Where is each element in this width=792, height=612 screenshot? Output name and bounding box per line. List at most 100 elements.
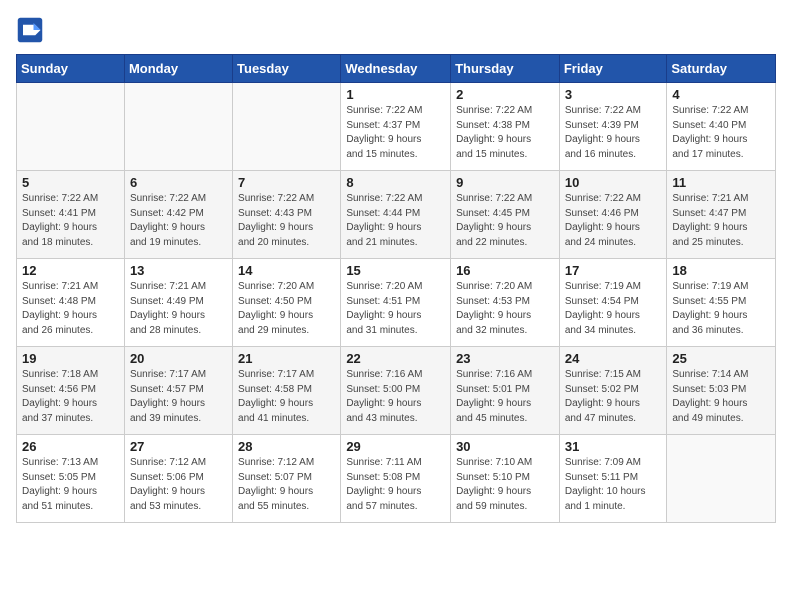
day-number: 22 <box>346 351 445 366</box>
day-info: Sunrise: 7:12 AM Sunset: 5:07 PM Dayligh… <box>238 456 335 514</box>
calendar-cell: 26 Sunrise: 7:13 AM Sunset: 5:05 PM Dayli… <box>17 435 125 523</box>
day-number: 1 <box>346 87 445 102</box>
day-info: Sunrise: 7:22 AM Sunset: 4:41 PM Dayligh… <box>22 192 119 250</box>
day-number: 8 <box>346 175 445 190</box>
calendar-week-4: 19 Sunrise: 7:18 AM Sunset: 4:56 PM Dayli… <box>17 347 776 435</box>
day-number: 13 <box>130 263 227 278</box>
day-number: 21 <box>238 351 335 366</box>
day-info: Sunrise: 7:13 AM Sunset: 5:05 PM Dayligh… <box>22 456 119 514</box>
day-number: 12 <box>22 263 119 278</box>
day-number: 20 <box>130 351 227 366</box>
day-info: Sunrise: 7:18 AM Sunset: 4:56 PM Dayligh… <box>22 368 119 426</box>
calendar-cell: 16 Sunrise: 7:20 AM Sunset: 4:53 PM Dayli… <box>451 259 560 347</box>
calendar-cell: 6Sunrise: 7:22 AM Sunset: 4:42 PM Daylig… <box>124 171 232 259</box>
day-info: Sunrise: 7:22 AM Sunset: 4:38 PM Dayligh… <box>456 104 554 162</box>
calendar-week-5: 26 Sunrise: 7:13 AM Sunset: 5:05 PM Dayli… <box>17 435 776 523</box>
day-info: Sunrise: 7:20 AM Sunset: 4:51 PM Dayligh… <box>346 280 445 338</box>
col-header-friday: Friday <box>559 55 667 83</box>
day-number: 26 <box>22 439 119 454</box>
day-number: 31 <box>565 439 662 454</box>
calendar-cell: 18Sunrise: 7:19 AM Sunset: 4:55 PM Dayli… <box>667 259 776 347</box>
calendar-cell: 10 Sunrise: 7:22 AM Sunset: 4:46 PM Dayli… <box>559 171 667 259</box>
day-info: Sunrise: 7:20 AM Sunset: 4:50 PM Dayligh… <box>238 280 335 338</box>
day-number: 30 <box>456 439 554 454</box>
calendar-cell: 20 Sunrise: 7:17 AM Sunset: 4:57 PM Dayli… <box>124 347 232 435</box>
day-info: Sunrise: 7:21 AM Sunset: 4:48 PM Dayligh… <box>22 280 119 338</box>
day-info: Sunrise: 7:17 AM Sunset: 4:58 PM Dayligh… <box>238 368 335 426</box>
day-info: Sunrise: 7:22 AM Sunset: 4:46 PM Dayligh… <box>565 192 662 250</box>
calendar-cell: 25 Sunrise: 7:14 AM Sunset: 5:03 PM Dayli… <box>667 347 776 435</box>
calendar-cell: 5Sunrise: 7:22 AM Sunset: 4:41 PM Daylig… <box>17 171 125 259</box>
day-number: 11 <box>672 175 770 190</box>
day-number: 25 <box>672 351 770 366</box>
day-info: Sunrise: 7:11 AM Sunset: 5:08 PM Dayligh… <box>346 456 445 514</box>
calendar-cell: 30 Sunrise: 7:10 AM Sunset: 5:10 PM Dayli… <box>451 435 560 523</box>
calendar-cell <box>233 83 341 171</box>
day-info: Sunrise: 7:22 AM Sunset: 4:44 PM Dayligh… <box>346 192 445 250</box>
day-info: Sunrise: 7:22 AM Sunset: 4:45 PM Dayligh… <box>456 192 554 250</box>
day-info: Sunrise: 7:21 AM Sunset: 4:49 PM Dayligh… <box>130 280 227 338</box>
calendar-cell: 9 Sunrise: 7:22 AM Sunset: 4:45 PM Daylig… <box>451 171 560 259</box>
calendar-cell: 21 Sunrise: 7:17 AM Sunset: 4:58 PM Dayli… <box>233 347 341 435</box>
calendar-week-2: 5Sunrise: 7:22 AM Sunset: 4:41 PM Daylig… <box>17 171 776 259</box>
day-number: 19 <box>22 351 119 366</box>
calendar-header-row: SundayMondayTuesdayWednesdayThursdayFrid… <box>17 55 776 83</box>
day-number: 28 <box>238 439 335 454</box>
day-number: 7 <box>238 175 335 190</box>
day-info: Sunrise: 7:15 AM Sunset: 5:02 PM Dayligh… <box>565 368 662 426</box>
calendar-cell: 8 Sunrise: 7:22 AM Sunset: 4:44 PM Daylig… <box>341 171 451 259</box>
col-header-thursday: Thursday <box>451 55 560 83</box>
calendar-cell: 11 Sunrise: 7:21 AM Sunset: 4:47 PM Dayli… <box>667 171 776 259</box>
day-info: Sunrise: 7:19 AM Sunset: 4:55 PM Dayligh… <box>672 280 770 338</box>
day-number: 24 <box>565 351 662 366</box>
logo-icon <box>16 16 44 44</box>
calendar-cell: 3 Sunrise: 7:22 AM Sunset: 4:39 PM Daylig… <box>559 83 667 171</box>
day-info: Sunrise: 7:19 AM Sunset: 4:54 PM Dayligh… <box>565 280 662 338</box>
calendar-cell: 12 Sunrise: 7:21 AM Sunset: 4:48 PM Dayli… <box>17 259 125 347</box>
day-info: Sunrise: 7:17 AM Sunset: 4:57 PM Dayligh… <box>130 368 227 426</box>
day-number: 4 <box>672 87 770 102</box>
day-number: 23 <box>456 351 554 366</box>
calendar-cell: 14 Sunrise: 7:20 AM Sunset: 4:50 PM Dayli… <box>233 259 341 347</box>
calendar-cell: 7Sunrise: 7:22 AM Sunset: 4:43 PM Daylig… <box>233 171 341 259</box>
day-info: Sunrise: 7:16 AM Sunset: 5:00 PM Dayligh… <box>346 368 445 426</box>
calendar-cell: 4 Sunrise: 7:22 AM Sunset: 4:40 PM Daylig… <box>667 83 776 171</box>
day-number: 10 <box>565 175 662 190</box>
day-info: Sunrise: 7:10 AM Sunset: 5:10 PM Dayligh… <box>456 456 554 514</box>
col-header-saturday: Saturday <box>667 55 776 83</box>
calendar-cell: 24 Sunrise: 7:15 AM Sunset: 5:02 PM Dayli… <box>559 347 667 435</box>
day-info: Sunrise: 7:22 AM Sunset: 4:39 PM Dayligh… <box>565 104 662 162</box>
calendar-cell: 19 Sunrise: 7:18 AM Sunset: 4:56 PM Dayli… <box>17 347 125 435</box>
day-info: Sunrise: 7:21 AM Sunset: 4:47 PM Dayligh… <box>672 192 770 250</box>
day-info: Sunrise: 7:09 AM Sunset: 5:11 PM Dayligh… <box>565 456 662 514</box>
calendar-cell: 22 Sunrise: 7:16 AM Sunset: 5:00 PM Dayli… <box>341 347 451 435</box>
calendar-cell: 1 Sunrise: 7:22 AM Sunset: 4:37 PM Daylig… <box>341 83 451 171</box>
page-header <box>16 16 776 44</box>
col-header-sunday: Sunday <box>17 55 125 83</box>
calendar-cell: 29Sunrise: 7:11 AM Sunset: 5:08 PM Dayli… <box>341 435 451 523</box>
day-info: Sunrise: 7:14 AM Sunset: 5:03 PM Dayligh… <box>672 368 770 426</box>
calendar-cell <box>17 83 125 171</box>
day-info: Sunrise: 7:22 AM Sunset: 4:42 PM Dayligh… <box>130 192 227 250</box>
day-info: Sunrise: 7:12 AM Sunset: 5:06 PM Dayligh… <box>130 456 227 514</box>
calendar-cell: 2Sunrise: 7:22 AM Sunset: 4:38 PM Daylig… <box>451 83 560 171</box>
day-number: 16 <box>456 263 554 278</box>
calendar-cell: 31 Sunrise: 7:09 AM Sunset: 5:11 PM Dayli… <box>559 435 667 523</box>
calendar-table: SundayMondayTuesdayWednesdayThursdayFrid… <box>16 54 776 523</box>
day-info: Sunrise: 7:22 AM Sunset: 4:37 PM Dayligh… <box>346 104 445 162</box>
logo <box>16 16 48 44</box>
calendar-cell: 23Sunrise: 7:16 AM Sunset: 5:01 PM Dayli… <box>451 347 560 435</box>
day-number: 27 <box>130 439 227 454</box>
day-info: Sunrise: 7:22 AM Sunset: 4:40 PM Dayligh… <box>672 104 770 162</box>
calendar-cell: 28 Sunrise: 7:12 AM Sunset: 5:07 PM Dayli… <box>233 435 341 523</box>
day-number: 14 <box>238 263 335 278</box>
day-number: 3 <box>565 87 662 102</box>
day-info: Sunrise: 7:20 AM Sunset: 4:53 PM Dayligh… <box>456 280 554 338</box>
col-header-tuesday: Tuesday <box>233 55 341 83</box>
calendar-cell: 13 Sunrise: 7:21 AM Sunset: 4:49 PM Dayli… <box>124 259 232 347</box>
day-number: 15 <box>346 263 445 278</box>
calendar-week-1: 1 Sunrise: 7:22 AM Sunset: 4:37 PM Daylig… <box>17 83 776 171</box>
calendar-cell <box>124 83 232 171</box>
day-number: 9 <box>456 175 554 190</box>
day-number: 17 <box>565 263 662 278</box>
